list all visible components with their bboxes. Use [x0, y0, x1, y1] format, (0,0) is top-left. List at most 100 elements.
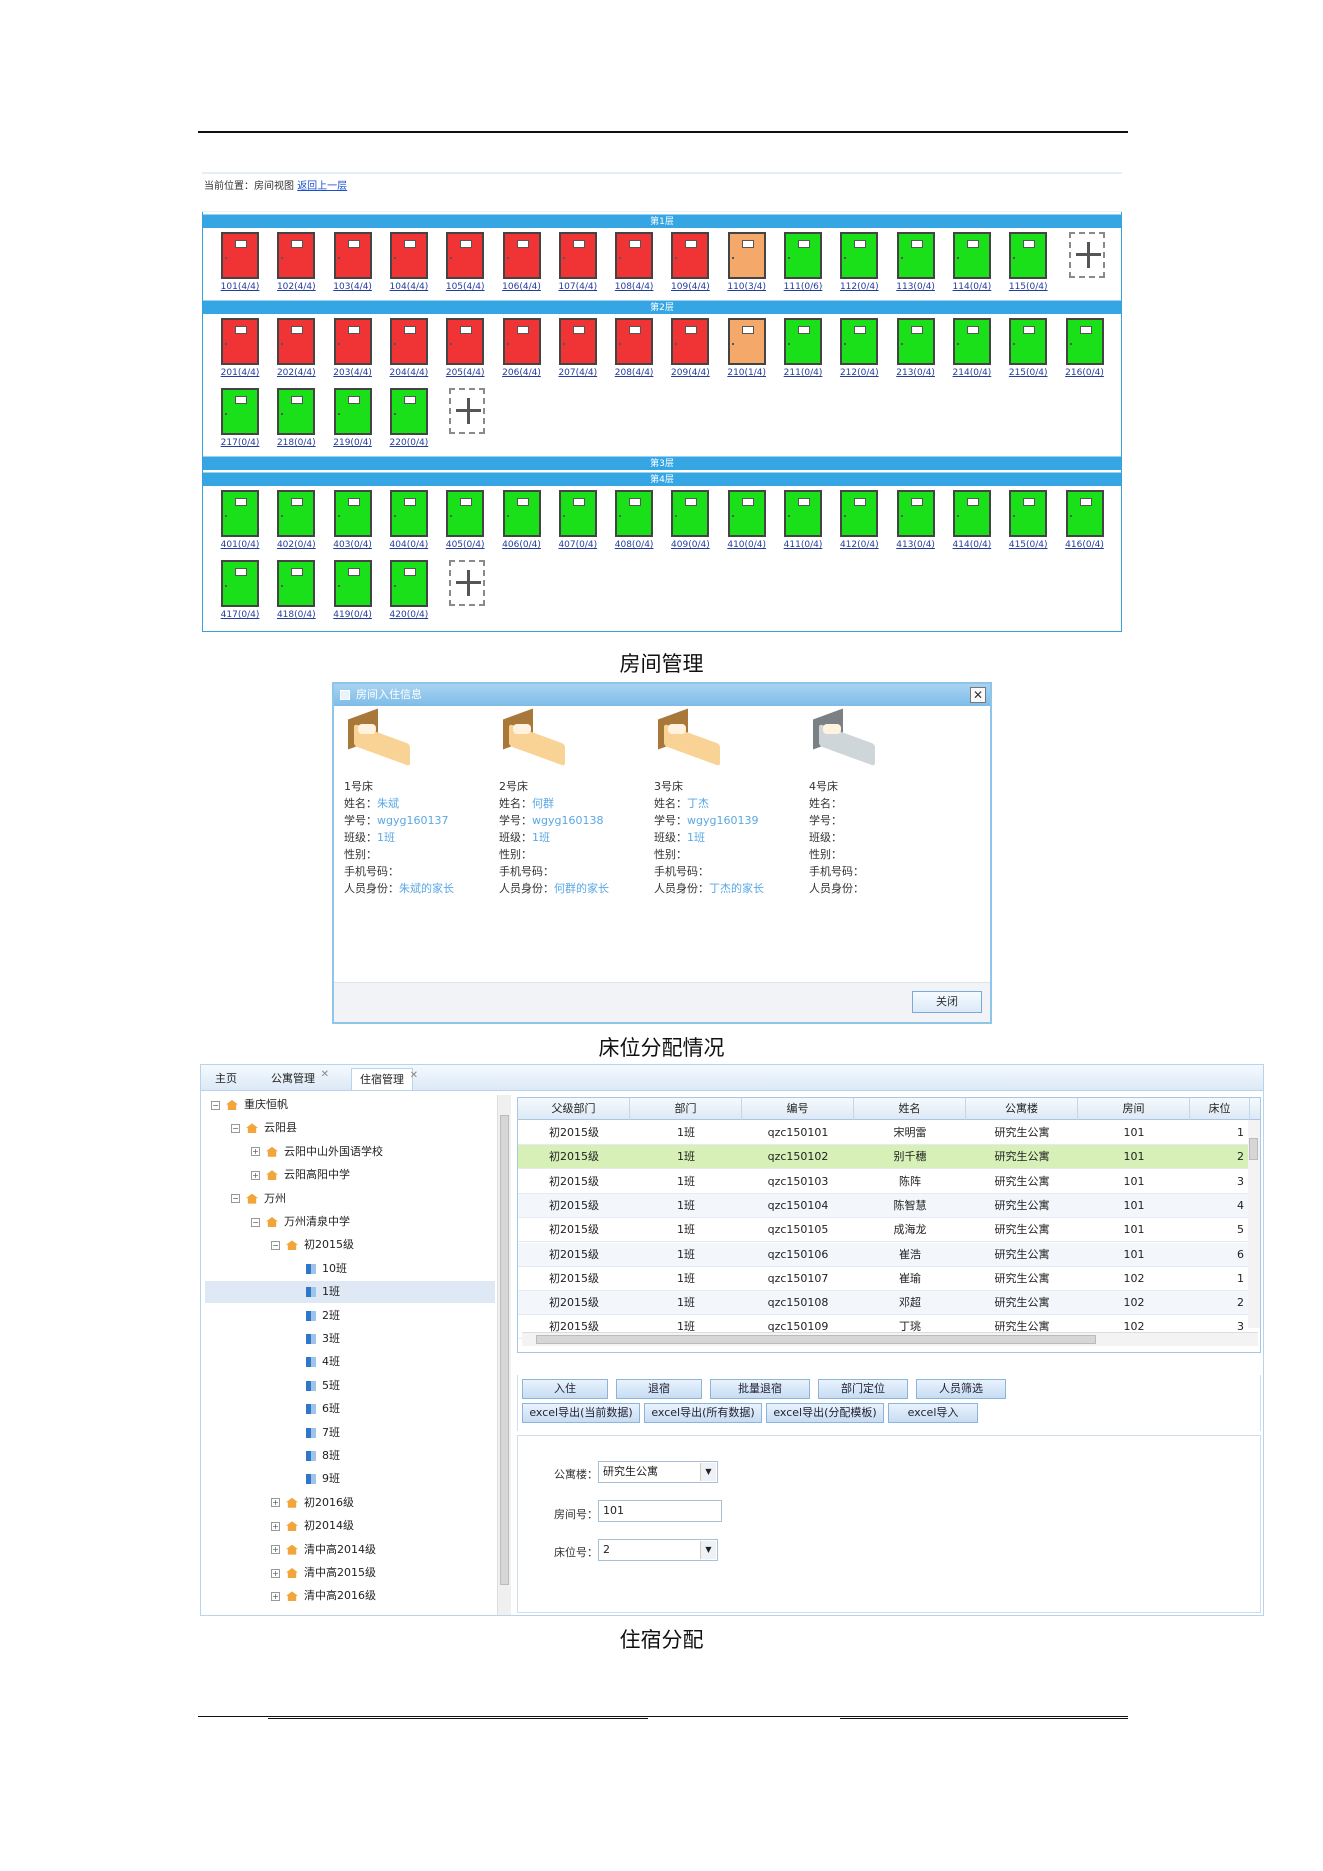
room-tile[interactable]: 115(0/4) [1000, 230, 1048, 300]
room-tile[interactable]: 206(4/4) [494, 316, 541, 386]
room-label[interactable]: 205(4/4) [437, 368, 493, 378]
tree-node[interactable]: − 万州 [231, 1189, 286, 1209]
column-header[interactable]: 父级部门 [518, 1098, 630, 1120]
room-tile[interactable]: 111(0/6) [775, 230, 822, 300]
room-tile[interactable]: 215(0/4) [1000, 316, 1048, 386]
room-tile[interactable]: 411(0/4) [775, 488, 822, 558]
expand-icon[interactable]: + [271, 1591, 280, 1601]
room-label[interactable]: 206(4/4) [494, 368, 550, 378]
room-tile[interactable]: 420(0/4) [381, 558, 428, 628]
tab-accommodation[interactable]: 住宿管理 ✕ [351, 1068, 418, 1090]
room-label[interactable]: 202(4/4) [268, 368, 324, 378]
room-label[interactable]: 108(4/4) [606, 282, 662, 292]
room-label[interactable]: 404(0/4) [381, 540, 437, 550]
room-tile[interactable]: 404(0/4) [381, 488, 428, 558]
tree-node[interactable]: 2班 [291, 1306, 340, 1326]
tree-node[interactable]: − 初2015级 [271, 1235, 354, 1255]
room-label[interactable]: 417(0/4) [212, 610, 268, 620]
tree-node[interactable]: + 初2016级 [271, 1493, 354, 1513]
room-label[interactable]: 204(4/4) [381, 368, 437, 378]
room-label[interactable]: 104(4/4) [381, 282, 437, 292]
tree-node[interactable]: 3班 [291, 1329, 340, 1349]
tab-apartment[interactable]: 公寓管理 ✕ [263, 1068, 329, 1090]
close-button[interactable]: 关闭 [912, 991, 982, 1013]
tree-node[interactable]: + 清中高2015级 [271, 1563, 376, 1583]
room-label[interactable]: 407(0/4) [550, 540, 606, 550]
add-room-icon[interactable] [449, 560, 486, 606]
collapse-icon[interactable]: − [271, 1240, 280, 1250]
room-label[interactable]: 220(0/4) [381, 438, 437, 448]
room-tile[interactable]: 211(0/4) [775, 316, 822, 386]
room-tile[interactable]: 104(4/4) [381, 230, 428, 300]
tree-node[interactable]: 8班 [291, 1446, 340, 1466]
room-tile[interactable]: 202(4/4) [268, 316, 316, 386]
room-label[interactable]: 114(0/4) [944, 282, 1000, 292]
action-button-5[interactable]: 人员筛选 [916, 1379, 1006, 1399]
collapse-icon[interactable]: − [231, 1194, 240, 1204]
room-label[interactable]: 105(4/4) [437, 282, 493, 292]
room-tile[interactable]: 214(0/4) [944, 316, 991, 386]
room-label[interactable]: 218(0/4) [268, 438, 324, 448]
grid-vscrollbar[interactable] [1248, 1120, 1260, 1328]
room-tile[interactable]: 205(4/4) [437, 316, 485, 386]
room-tile[interactable]: 218(0/4) [268, 386, 316, 456]
room-label[interactable]: 411(0/4) [775, 540, 831, 550]
room-label[interactable]: 412(0/4) [831, 540, 887, 550]
tree-node[interactable]: − 万州清泉中学 [251, 1212, 350, 1232]
tree-node[interactable]: + 云阳中山外国语学校 [251, 1142, 383, 1162]
room-tile[interactable]: 414(0/4) [944, 488, 991, 558]
room-label[interactable]: 113(0/4) [888, 282, 944, 292]
tab-close-icon[interactable]: ✕ [410, 1065, 418, 1087]
tab-close-icon[interactable]: ✕ [321, 1064, 329, 1086]
room-label[interactable]: 111(0/6) [775, 282, 831, 292]
room-label[interactable]: 208(4/4) [606, 368, 662, 378]
table-row[interactable]: 初2015级 1班 qzc150107 崔瑜 研究生公寓 102 1 [518, 1267, 1248, 1291]
room-label[interactable]: 419(0/4) [325, 610, 381, 620]
tree-node[interactable]: 4班 [291, 1352, 340, 1372]
room-tile[interactable]: 102(4/4) [268, 230, 316, 300]
bed-select[interactable]: 2 ▼ [598, 1539, 718, 1561]
room-label[interactable]: 420(0/4) [381, 610, 437, 620]
room-label[interactable]: 115(0/4) [1000, 282, 1056, 292]
collapse-icon[interactable]: − [231, 1123, 240, 1133]
room-tile[interactable]: 413(0/4) [888, 488, 935, 558]
room-label[interactable]: 207(4/4) [550, 368, 606, 378]
column-header[interactable]: 部门 [630, 1098, 742, 1120]
room-tile[interactable]: 210(1/4) [719, 316, 766, 386]
expand-icon[interactable]: + [251, 1147, 260, 1157]
tree-node[interactable]: + 云阳高阳中学 [251, 1165, 350, 1185]
room-tile[interactable]: 402(0/4) [268, 488, 316, 558]
room-tile[interactable]: 204(4/4) [381, 316, 428, 386]
room-label[interactable]: 415(0/4) [1000, 540, 1056, 550]
table-row[interactable]: 初2015级 1班 qzc150108 邓超 研究生公寓 102 2 [518, 1291, 1248, 1316]
tree-node[interactable]: 1班 [291, 1282, 340, 1302]
action-button-4[interactable]: 部门定位 [818, 1379, 908, 1399]
room-tile[interactable]: 405(0/4) [437, 488, 485, 558]
room-label[interactable]: 405(0/4) [437, 540, 493, 550]
room-label[interactable]: 210(1/4) [719, 368, 775, 378]
chevron-down-icon[interactable]: ▼ [700, 1463, 716, 1481]
add-room-icon[interactable] [1068, 232, 1105, 278]
room-label[interactable]: 408(0/4) [606, 540, 662, 550]
tab-home[interactable]: 主页 [207, 1068, 245, 1090]
table-row[interactable]: 初2015级 1班 qzc150105 成海龙 研究生公寓 101 5 [518, 1218, 1248, 1243]
room-label[interactable]: 214(0/4) [944, 368, 1000, 378]
building-select[interactable]: 研究生公寓 ▼ [598, 1461, 718, 1483]
room-tile[interactable]: 408(0/4) [606, 488, 653, 558]
table-row[interactable]: 初2015级 1班 qzc150104 陈智慧 研究生公寓 101 4 [518, 1193, 1248, 1218]
excel-button-4[interactable]: excel导入 [888, 1403, 978, 1423]
room-label[interactable]: 401(0/4) [212, 540, 268, 550]
room-tile[interactable]: 114(0/4) [944, 230, 991, 300]
room-label[interactable]: 410(0/4) [719, 540, 775, 550]
room-label[interactable]: 416(0/4) [1057, 540, 1113, 550]
room-tile[interactable]: 401(0/4) [212, 488, 259, 558]
excel-button-2[interactable]: excel导出(所有数据) [644, 1403, 762, 1423]
column-header[interactable]: 编号 [742, 1098, 854, 1120]
collapse-icon[interactable]: − [211, 1100, 220, 1110]
room-tile[interactable]: 108(4/4) [606, 230, 653, 300]
room-tile[interactable]: 412(0/4) [831, 488, 879, 558]
tree-node[interactable]: + 清中高2016级 [271, 1586, 376, 1606]
column-header[interactable]: 床位 [1190, 1098, 1250, 1120]
room-tile[interactable]: 207(4/4) [550, 316, 597, 386]
room-tile[interactable]: 217(0/4) [212, 386, 259, 456]
